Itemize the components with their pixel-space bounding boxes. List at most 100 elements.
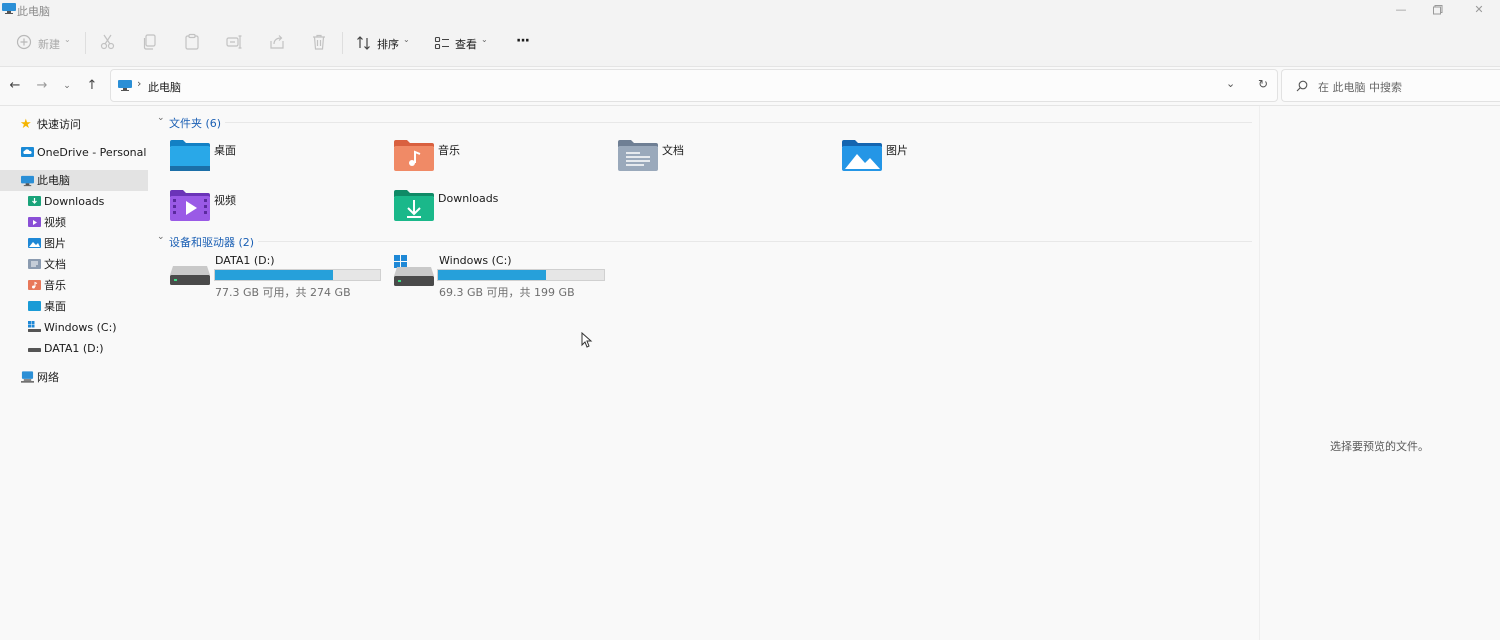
search-icon: [1296, 80, 1308, 92]
new-label: 新建: [38, 38, 60, 51]
new-button[interactable]: 新建 ⌄: [14, 32, 74, 54]
folder-name: 视频: [214, 194, 236, 207]
mouse-cursor-icon: [581, 332, 593, 348]
music-folder-icon: [28, 280, 41, 290]
folder-name: Downloads: [438, 192, 499, 205]
title-bar: 此电脑 — ✕: [0, 0, 1500, 20]
folder-tile-downloads[interactable]: Downloads: [392, 186, 602, 226]
sort-icon: [357, 36, 370, 50]
sidebar-item-windows-c[interactable]: Windows (C:): [28, 317, 148, 338]
drive-usage-bar: [437, 269, 605, 281]
delete-icon[interactable]: [310, 33, 328, 51]
folder-tile-videos[interactable]: 视频: [168, 186, 378, 226]
share-icon[interactable]: [268, 33, 286, 51]
back-icon[interactable]: ←: [7, 78, 23, 94]
network-icon: [21, 371, 34, 383]
star-icon: ★: [20, 117, 32, 132]
sidebar-item-videos[interactable]: 视频: [28, 212, 148, 233]
chevron-down-icon: ⌄: [157, 232, 165, 242]
drive-name: DATA1 (D:): [215, 254, 275, 267]
sidebar-item-network[interactable]: 网络: [20, 367, 148, 388]
sidebar-item-music[interactable]: 音乐: [28, 275, 148, 296]
forward-icon[interactable]: →: [34, 78, 50, 94]
breadcrumb[interactable]: 此电脑: [148, 79, 181, 95]
videos-folder-icon: [28, 217, 41, 227]
divider: [85, 32, 86, 54]
rename-icon[interactable]: [225, 33, 243, 51]
folder-name: 桌面: [214, 144, 236, 157]
preview-message: 选择要预览的文件。: [1330, 440, 1429, 453]
section-title: 设备和驱动器 (2): [169, 236, 255, 249]
drive-name: Windows (C:): [439, 254, 512, 267]
minimize-icon[interactable]: —: [1393, 2, 1409, 18]
sidebar-item-data1-d[interactable]: DATA1 (D:): [28, 338, 148, 359]
refresh-icon[interactable]: ↻: [1258, 77, 1268, 91]
up-icon[interactable]: ↑: [84, 78, 100, 94]
this-pc-icon: [2, 3, 16, 14]
copy-icon[interactable]: [141, 33, 159, 51]
drive-free-space: 77.3 GB 可用，共 274 GB: [215, 286, 351, 299]
sidebar-item-quick-access[interactable]: ★ 快速访问: [20, 114, 148, 135]
sidebar-item-label: 音乐: [44, 279, 66, 292]
recent-locations-icon[interactable]: ⌄: [59, 78, 75, 94]
drive-free-space: 69.3 GB 可用，共 199 GB: [439, 286, 575, 299]
address-history-icon[interactable]: ⌄: [1226, 77, 1235, 90]
sidebar-item-pictures[interactable]: 图片: [28, 233, 148, 254]
pictures-folder-icon: [842, 140, 882, 171]
more-options-icon[interactable]: ···: [516, 33, 530, 49]
sidebar-item-documents[interactable]: 文档: [28, 254, 148, 275]
drive-tile-windows-c[interactable]: Windows (C:) 69.3 GB 可用，共 199 GB: [392, 252, 608, 300]
view-icon: [434, 36, 449, 50]
close-icon[interactable]: ✕: [1471, 2, 1487, 18]
sidebar-item-this-pc[interactable]: 此电脑: [20, 170, 148, 191]
folder-name: 文档: [662, 144, 684, 157]
windows-drive-icon: [394, 255, 434, 286]
sidebar-item-label: Windows (C:): [44, 321, 117, 334]
folder-tile-pictures[interactable]: 图片: [840, 136, 1050, 176]
onedrive-folder-icon: [21, 147, 34, 157]
folder-name: 图片: [886, 144, 908, 157]
this-pc-icon: [21, 175, 34, 187]
address-bar[interactable]: › 此电脑 ⌄ ↻: [110, 69, 1278, 102]
sidebar-item-label: DATA1 (D:): [44, 342, 104, 355]
view-button[interactable]: 查看 ⌄: [433, 32, 491, 54]
this-pc-icon: [118, 80, 132, 91]
sidebar-item-label: 此电脑: [37, 174, 70, 187]
documents-folder-icon: [618, 140, 658, 171]
paste-icon[interactable]: [183, 33, 201, 51]
pictures-folder-icon: [28, 238, 41, 248]
music-folder-icon: [394, 140, 434, 171]
sidebar-item-label: OneDrive - Personal: [37, 146, 147, 159]
section-title: 文件夹 (6): [169, 117, 222, 130]
section-divider: [258, 241, 1252, 242]
downloads-folder-icon: [28, 196, 41, 206]
command-bar: 新建 ⌄ 排序 ⌄ 查看 ⌄ ···: [0, 20, 1500, 67]
folder-tile-desktop[interactable]: 桌面: [168, 136, 378, 176]
sidebar-item-label: 文档: [44, 258, 66, 271]
section-divider: [225, 122, 1252, 123]
folder-tile-music[interactable]: 音乐: [392, 136, 602, 176]
maximize-icon[interactable]: [1430, 2, 1446, 18]
breadcrumb-separator-icon: ›: [137, 77, 142, 90]
sidebar-item-label: 图片: [44, 237, 66, 250]
divider: [342, 32, 343, 54]
view-label: 查看: [455, 38, 477, 51]
drive-usage-fill: [215, 270, 334, 280]
sort-button[interactable]: 排序 ⌄: [355, 32, 413, 54]
hard-drive-icon: [170, 266, 210, 285]
sidebar-item-label: 快速访问: [37, 118, 81, 131]
preview-pane-divider[interactable]: [1259, 106, 1260, 640]
folder-tile-documents[interactable]: 文档: [616, 136, 826, 176]
cut-icon[interactable]: [99, 33, 117, 51]
drive-usage-fill: [438, 270, 547, 280]
sidebar-item-label: 视频: [44, 216, 66, 229]
sidebar-item-desktop[interactable]: 桌面: [28, 296, 148, 317]
desktop-folder-icon: [28, 301, 41, 311]
window-title: 此电脑: [17, 5, 50, 18]
videos-folder-icon: [170, 190, 210, 221]
sidebar-item-onedrive[interactable]: OneDrive - Personal: [20, 142, 148, 163]
sidebar-item-downloads[interactable]: Downloads: [28, 191, 148, 212]
search-placeholder: 在 此电脑 中搜索: [1318, 81, 1402, 94]
drive-tile-data1-d[interactable]: DATA1 (D:) 77.3 GB 可用，共 274 GB: [168, 252, 384, 300]
search-input[interactable]: 在 此电脑 中搜索: [1281, 69, 1500, 102]
